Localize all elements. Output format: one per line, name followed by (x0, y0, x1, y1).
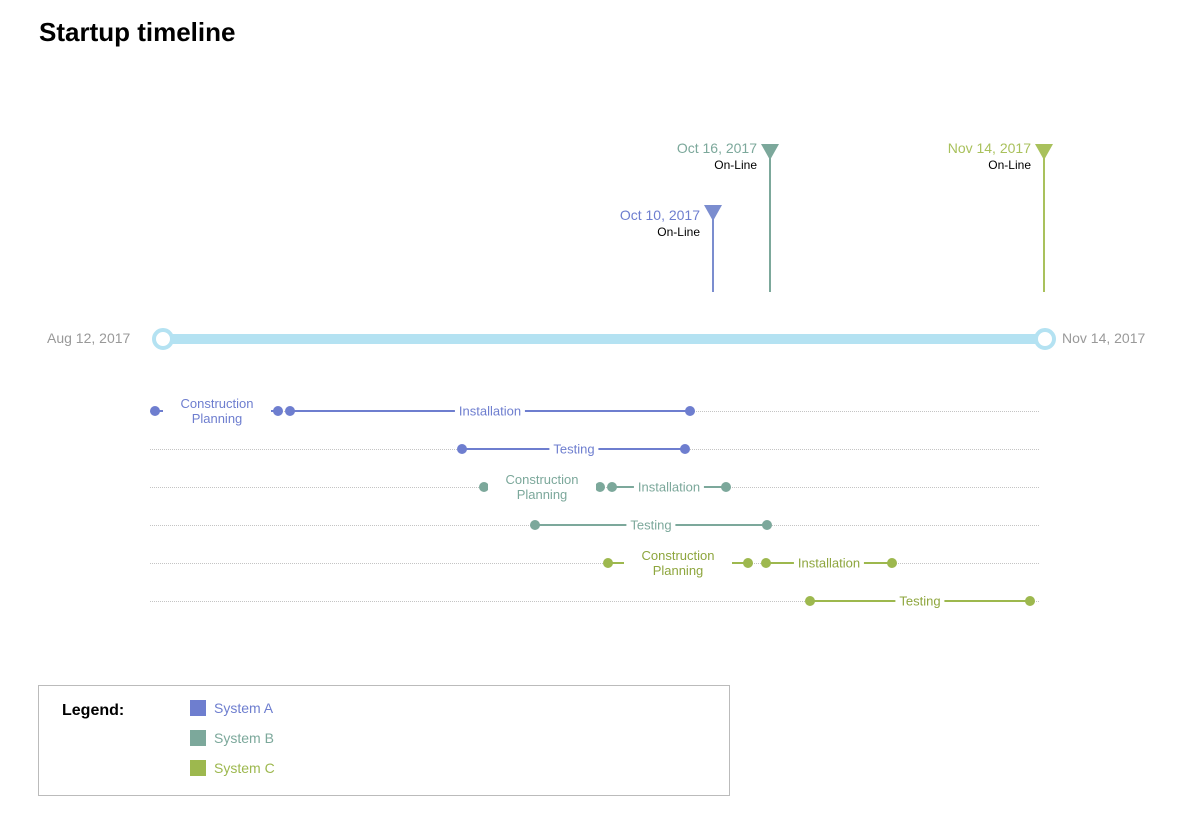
task-b-installation-label: Installation (634, 480, 704, 495)
timeline-bar (165, 334, 1043, 344)
legend-label-c: System C (214, 760, 275, 776)
task-dot (887, 558, 897, 568)
task-c-testing-label: Testing (895, 594, 944, 609)
legend-label-b: System B (214, 730, 274, 746)
task-dot (685, 406, 695, 416)
legend-swatch-c (190, 760, 206, 776)
legend-label-a: System A (214, 700, 273, 716)
task-c-construction-label: Construction Planning (624, 548, 732, 578)
task-dot (595, 482, 605, 492)
legend-title: Legend: (62, 702, 124, 720)
milestone-c-label: On-Line (901, 158, 1031, 172)
milestone-a-marker (704, 205, 722, 221)
legend-swatch-b (190, 730, 206, 746)
task-dot (1025, 596, 1035, 606)
task-dot (273, 406, 283, 416)
task-a-construction-label: Construction Planning (163, 396, 271, 426)
task-dot (743, 558, 753, 568)
page-title: Startup timeline (39, 17, 235, 48)
task-dot (805, 596, 815, 606)
task-dot (680, 444, 690, 454)
timeline-start-label: Aug 12, 2017 (47, 330, 130, 346)
timeline-end-endpoint (1034, 328, 1056, 350)
task-dot (530, 520, 540, 530)
task-a-testing-label: Testing (549, 442, 598, 457)
milestone-c-marker (1035, 144, 1053, 160)
milestone-a-line (712, 219, 714, 292)
task-b-construction-label: Construction Planning (488, 472, 596, 502)
milestone-b-label: On-Line (627, 158, 757, 172)
task-dot (607, 482, 617, 492)
legend (38, 685, 730, 796)
task-dot (721, 482, 731, 492)
milestone-c-date: Nov 14, 2017 (901, 140, 1031, 156)
task-dot (150, 406, 160, 416)
milestone-b-line (769, 158, 771, 292)
task-dot (603, 558, 613, 568)
timeline-end-label: Nov 14, 2017 (1062, 330, 1145, 346)
milestone-a-date: Oct 10, 2017 (570, 207, 700, 223)
task-b-testing-label: Testing (626, 518, 675, 533)
row-divider (150, 563, 1039, 564)
task-dot (761, 558, 771, 568)
task-dot (762, 520, 772, 530)
task-a-installation-label: Installation (455, 404, 525, 419)
milestone-b-date: Oct 16, 2017 (627, 140, 757, 156)
timeline-start-endpoint (152, 328, 174, 350)
task-dot (457, 444, 467, 454)
task-dot (285, 406, 295, 416)
task-c-installation-label: Installation (794, 556, 864, 571)
milestone-b-marker (761, 144, 779, 160)
milestone-c-line (1043, 158, 1045, 292)
milestone-a-label: On-Line (570, 225, 700, 239)
legend-swatch-a (190, 700, 206, 716)
